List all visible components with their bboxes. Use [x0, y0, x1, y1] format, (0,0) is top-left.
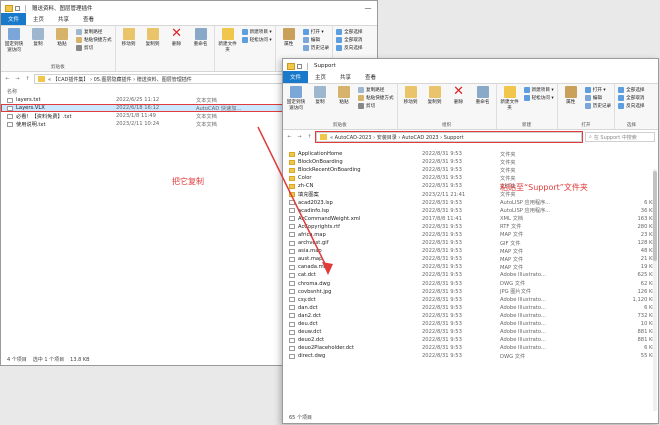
paste-instruction-note: 粘贴至“Support”文件夹	[500, 183, 588, 192]
copy-instruction-note: 把它复制	[172, 177, 204, 186]
annotation-arrow	[257, 126, 333, 275]
